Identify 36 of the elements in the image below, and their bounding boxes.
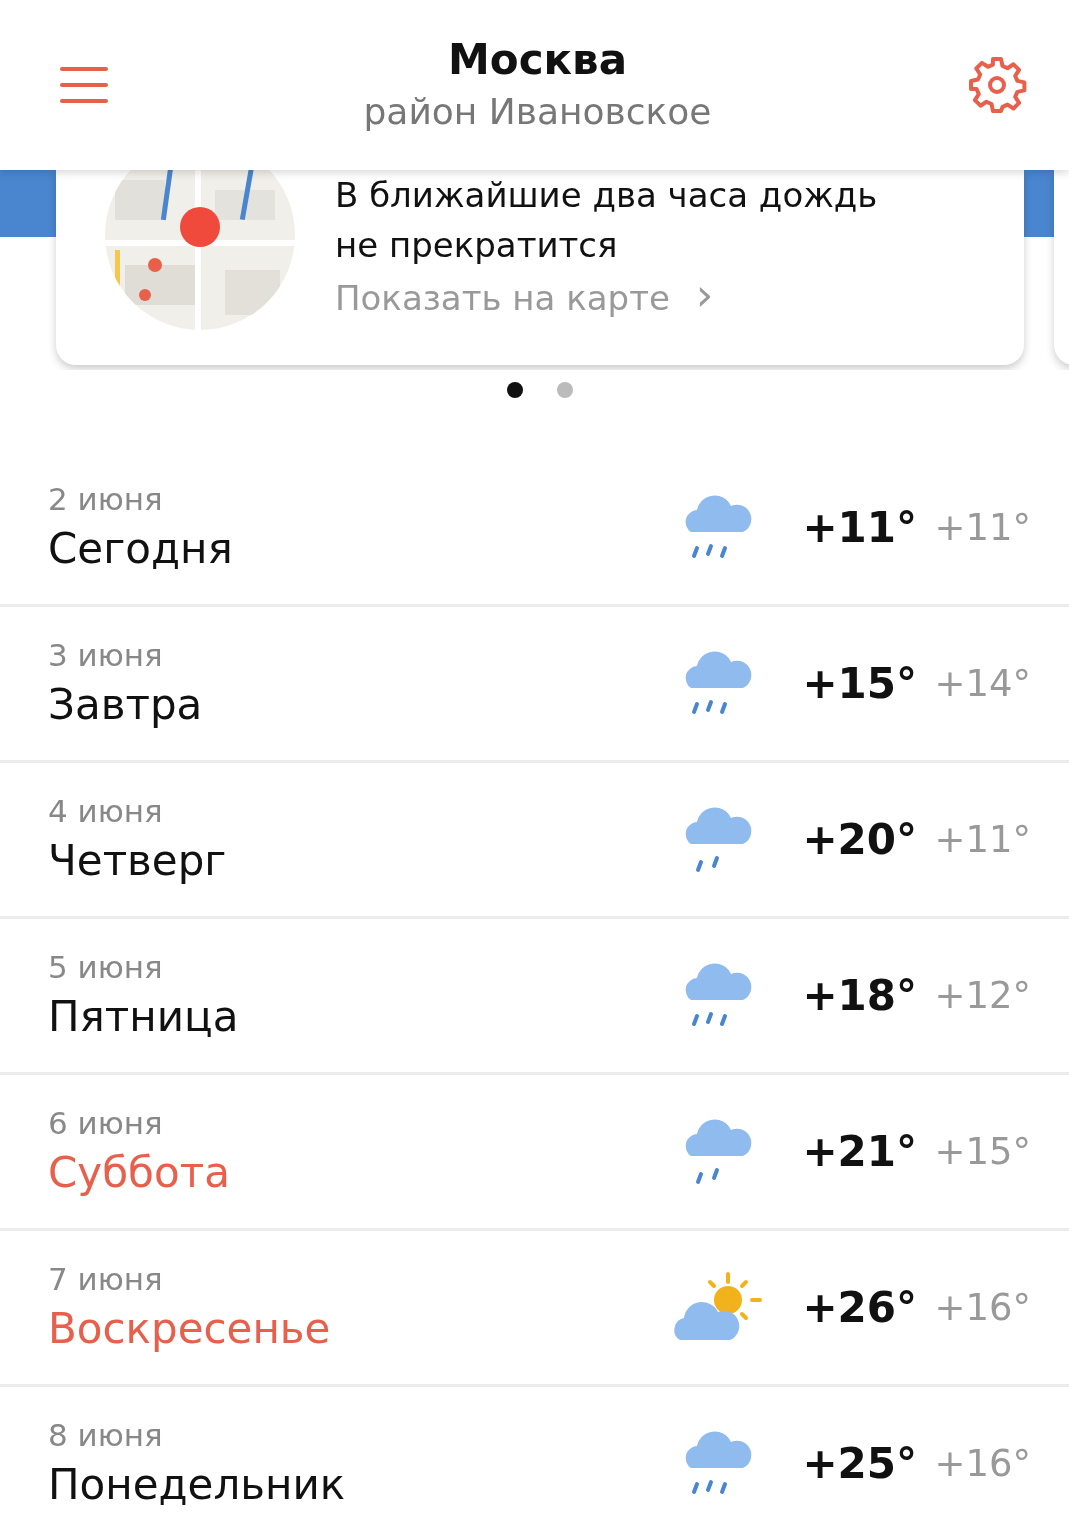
day-date: 3 июня (48, 635, 164, 675)
day-name: Пятница (48, 990, 240, 1043)
day-date: 7 июня (48, 1259, 164, 1299)
day-date: 6 июня (48, 1103, 164, 1143)
low-temperature: +16° (934, 1286, 1031, 1329)
day-name: Понедельник (48, 1458, 347, 1511)
high-temperature: +21° (802, 1127, 919, 1176)
settings-icon[interactable] (967, 55, 1027, 115)
high-temperature: +15° (802, 659, 919, 708)
low-temperature: +12° (934, 974, 1031, 1017)
day-name: Завтра (48, 678, 204, 731)
day-date: 4 июня (48, 791, 164, 831)
day-date: 5 июня (48, 947, 164, 987)
high-temperature: +18° (802, 971, 919, 1020)
district-subtitle: район Ивановское (362, 90, 713, 134)
low-temperature: +15° (934, 1130, 1031, 1173)
page-dot[interactable] (556, 382, 573, 398)
low-temperature: +14° (934, 662, 1031, 705)
low-temperature: +11° (934, 818, 1031, 861)
page-dot[interactable] (506, 382, 523, 398)
high-temperature: +11° (802, 503, 919, 552)
nowcast-message: В ближайшие два часа дождь не прекратится (335, 174, 879, 267)
city-title: Москва (447, 34, 628, 86)
day-name: Суббота (48, 1146, 231, 1199)
day-name: Сегодня (48, 522, 234, 575)
high-temperature: +20° (802, 815, 919, 864)
nowcast-card[interactable]: В ближайшие два часа дождь не прекратится Показать на карте › (56, 170, 1024, 365)
day-date: 2 июня (48, 479, 164, 519)
low-temperature: +16° (934, 1442, 1031, 1485)
high-temperature: +26° (802, 1283, 919, 1332)
high-temperature: +25° (802, 1439, 919, 1488)
day-date: 8 июня (48, 1415, 164, 1455)
menu-icon[interactable] (60, 67, 108, 103)
day-name: Четверг (48, 834, 228, 887)
day-name: Воскресенье (48, 1302, 332, 1355)
low-temperature: +11° (934, 506, 1031, 549)
